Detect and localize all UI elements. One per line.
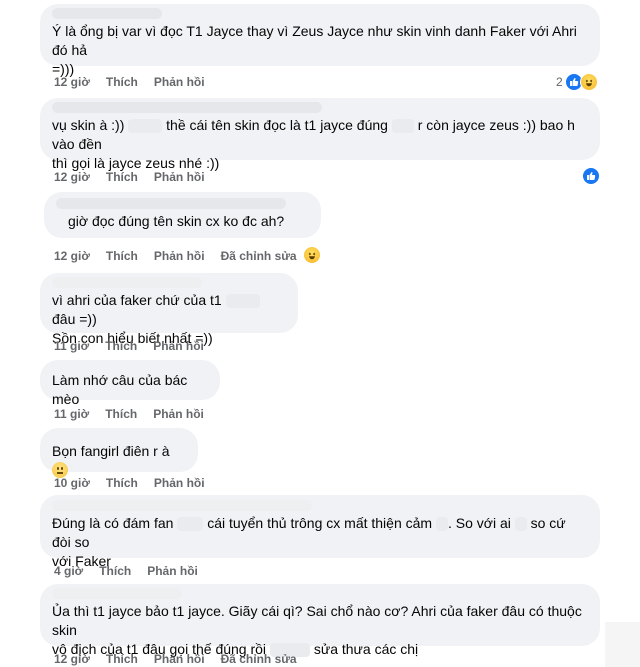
comment-time[interactable]: 4 giờ bbox=[54, 564, 83, 578]
comment-text: giờ đọc đúng tên skin cx ko đc ah? bbox=[68, 213, 285, 229]
comment-text-part: Bọn fangirl điên r à bbox=[52, 443, 170, 459]
reaction-summary[interactable] bbox=[303, 246, 321, 264]
reply-button[interactable]: Phản hồi bbox=[154, 249, 205, 263]
comment-bubble: Đúng là có đám fan cái tuyển thủ trông c… bbox=[40, 495, 600, 569]
comment-bubble: giờ đọc đúng tên skin cx ko đc ah? bbox=[44, 192, 321, 238]
comment-actions: 11 giờ Thích Phản hồi bbox=[54, 339, 204, 353]
reply-button[interactable]: Phản hồi bbox=[154, 170, 205, 184]
comment-time[interactable]: 12 giờ bbox=[54, 249, 90, 263]
comment-bubble: Ủa thì t1 jayce bảo t1 jayce. Giãy cái q… bbox=[40, 584, 600, 658]
reaction-summary[interactable] bbox=[582, 167, 600, 185]
comment-time[interactable]: 12 giờ bbox=[54, 652, 90, 666]
comment-actions: 11 giờ Thích Phản hồi bbox=[54, 407, 204, 421]
haha-icon bbox=[579, 73, 598, 91]
like-button[interactable]: Thích bbox=[106, 75, 138, 89]
reaction-summary[interactable]: 2 bbox=[556, 73, 598, 91]
blurred-text bbox=[435, 517, 448, 532]
comment-bubble: Làm nhớ câu của bác mèo bbox=[40, 360, 220, 407]
like-button[interactable]: Thích bbox=[106, 170, 138, 184]
comment-text: Đúng là có đám fan cái tuyển thủ trông c… bbox=[52, 514, 588, 571]
comment-text-part: sửa thưa các chị bbox=[313, 641, 419, 657]
reply-button[interactable]: Phản hồi bbox=[154, 476, 205, 490]
blurred-text bbox=[225, 294, 260, 309]
blurred-author-name bbox=[52, 102, 322, 113]
blurred-author-name bbox=[52, 500, 312, 511]
like-button[interactable]: Thích bbox=[106, 652, 138, 666]
comment-actions: 12 giờ Thích Phản hồi bbox=[54, 170, 205, 184]
comment-text-part: cái tuyển thủ trông cx mất thiện cảm bbox=[207, 515, 433, 531]
haha-icon bbox=[303, 246, 321, 264]
comment-text-part: Ủa thì t1 jayce bảo t1 jayce. Giãy cái q… bbox=[52, 603, 586, 638]
edited-label: Đã chỉnh sửa bbox=[220, 652, 297, 666]
comment-bubble: vụ skin à :)) thề cái tên skin đọc là t1… bbox=[40, 98, 600, 171]
blurred-author-name bbox=[56, 198, 286, 209]
blurred-text bbox=[177, 517, 204, 532]
comment-text-part: vụ skin à :)) bbox=[52, 117, 125, 133]
comment-actions: 12 giờ Thích Phản hồi Đã chỉnh sửa bbox=[54, 652, 297, 666]
comment-text-part: thề cái tên skin đọc là t1 jayce đúng bbox=[166, 117, 388, 133]
comment-text-part: Đúng là có đám fan bbox=[52, 515, 174, 531]
comment-text-part: đâu =)) bbox=[52, 311, 97, 327]
comment-time[interactable]: 12 giờ bbox=[54, 170, 90, 184]
blurred-text bbox=[128, 119, 163, 134]
blurred-text bbox=[514, 517, 527, 532]
reply-button[interactable]: Phản hồi bbox=[147, 564, 198, 578]
comment-time[interactable]: 11 giờ bbox=[54, 407, 89, 421]
like-button[interactable]: Thích bbox=[106, 476, 138, 490]
like-button[interactable]: Thích bbox=[99, 564, 131, 578]
page-edge bbox=[605, 622, 640, 667]
like-icon bbox=[582, 167, 600, 185]
like-button[interactable]: Thích bbox=[106, 249, 138, 263]
comment-actions: 10 giờ Thích Phản hồi bbox=[54, 476, 205, 490]
reaction-count: 2 bbox=[556, 75, 563, 89]
reply-button[interactable]: Phản hồi bbox=[154, 652, 205, 666]
comment-text-part: vì ahri của faker chứ của t1 bbox=[52, 292, 222, 308]
comment-text: vụ skin à :)) thề cái tên skin đọc là t1… bbox=[52, 116, 588, 173]
comment-bubble: vì ahri của faker chứ của t1 đâu =)) Sồn… bbox=[40, 273, 298, 346]
comment-time[interactable]: 12 giờ bbox=[54, 75, 90, 89]
comment-actions: 4 giờ Thích Phản hồi bbox=[54, 564, 198, 578]
reply-button[interactable]: Phản hồi bbox=[154, 75, 205, 89]
comment-time[interactable]: 11 giờ bbox=[54, 339, 89, 353]
comment-actions: 12 giờ Thích Phản hồi bbox=[54, 75, 205, 89]
edited-label: Đã chỉnh sửa bbox=[220, 249, 297, 263]
reply-button[interactable]: Phản hồi bbox=[153, 407, 204, 421]
blurred-author-name bbox=[52, 8, 162, 19]
reply-button[interactable]: Phản hồi bbox=[153, 339, 204, 353]
comment-text: Ủa thì t1 jayce bảo t1 jayce. Giãy cái q… bbox=[52, 602, 588, 659]
comment-actions: 12 giờ Thích Phản hồi Đã chỉnh sửa bbox=[54, 249, 297, 263]
comment-time[interactable]: 10 giờ bbox=[54, 476, 90, 490]
comment-text-part: thì gọi là jayce zeus nhé :)) bbox=[52, 155, 220, 171]
like-button[interactable]: Thích bbox=[105, 407, 137, 421]
comment-text: Ý là ổng bị var vì đọc T1 Jayce thay vì … bbox=[52, 23, 577, 77]
blurred-author-name bbox=[52, 588, 182, 599]
like-button[interactable]: Thích bbox=[105, 339, 137, 353]
comment-bubble: Ý là ổng bị var vì đọc T1 Jayce thay vì … bbox=[40, 4, 600, 77]
comment-text: Làm nhớ câu của bác mèo bbox=[52, 372, 192, 407]
comment-text: Bọn fangirl điên r à bbox=[52, 442, 186, 480]
blurred-text bbox=[391, 119, 414, 134]
blurred-author-name bbox=[52, 277, 202, 288]
comment-text-part: . So với ai bbox=[447, 515, 511, 531]
comment-bubble: Bọn fangirl điên r à bbox=[40, 428, 198, 478]
